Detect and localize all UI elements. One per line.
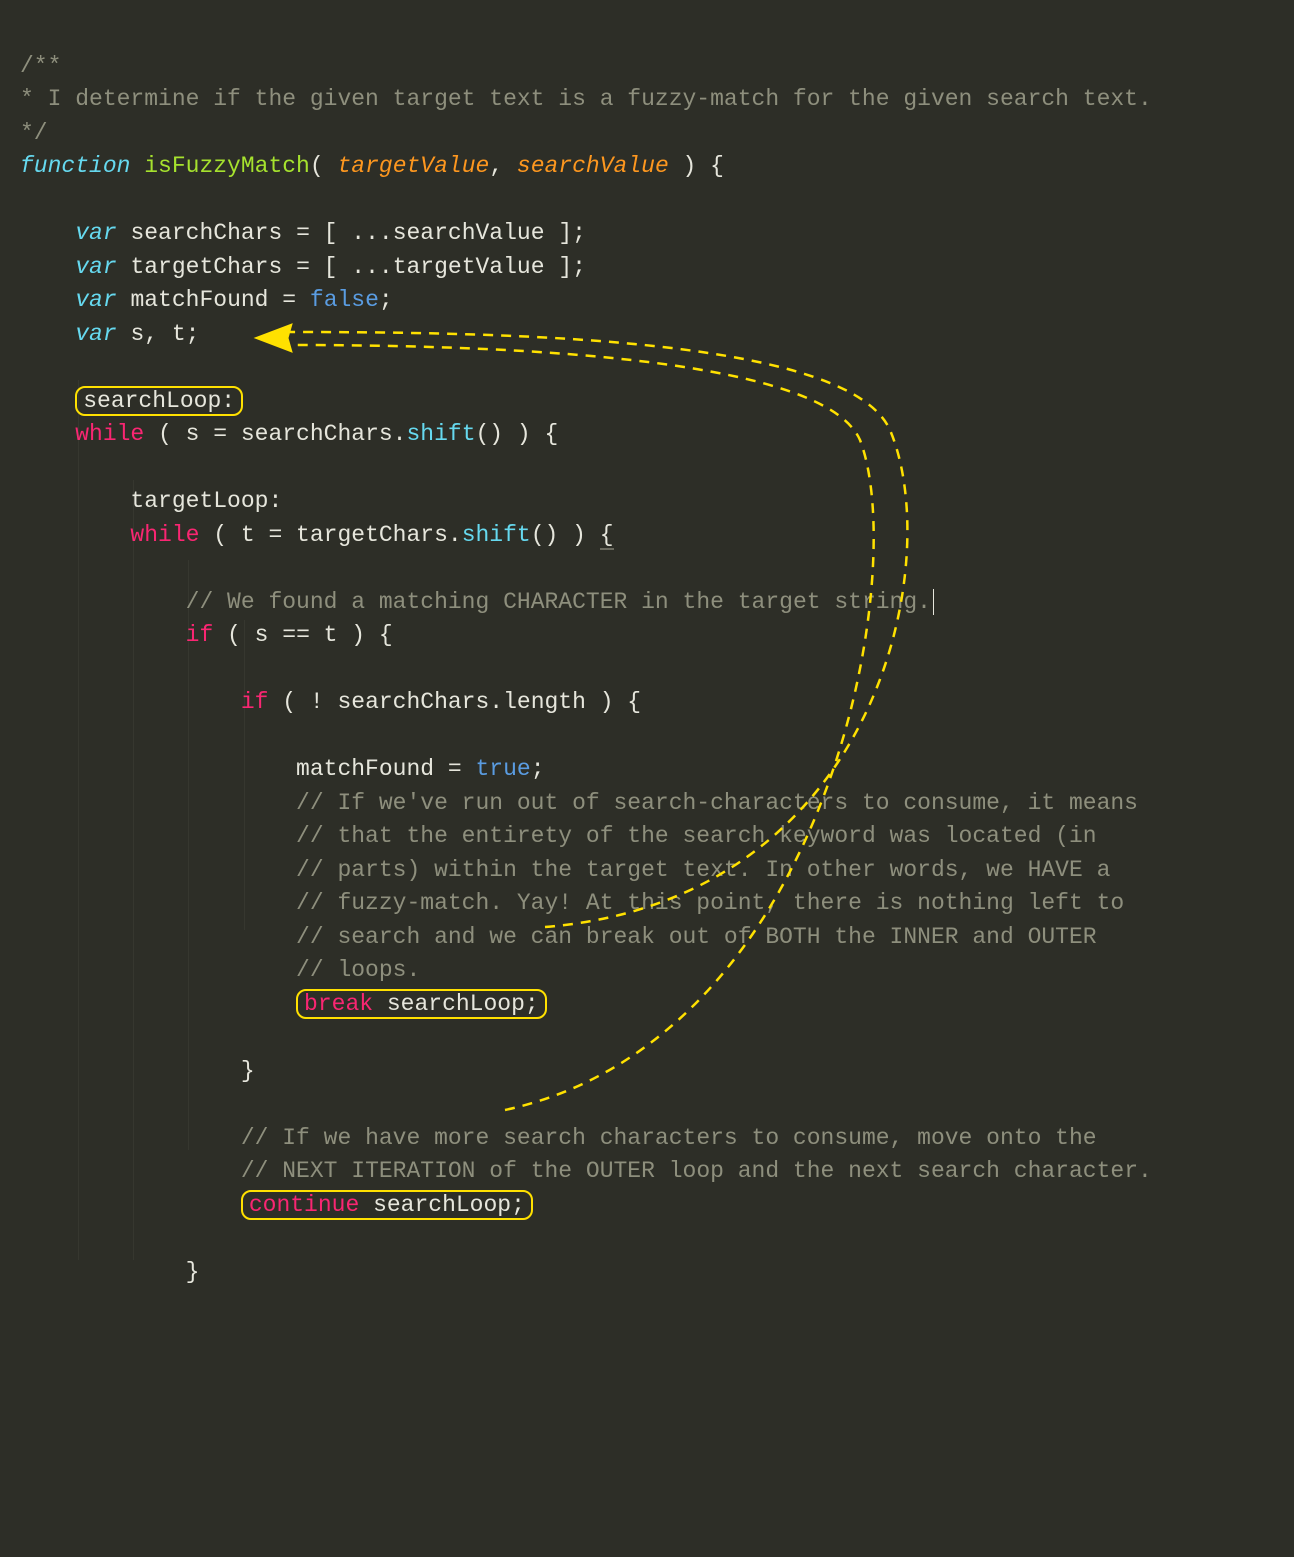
param-target: targetValue — [337, 153, 489, 179]
decl-targetchars: targetChars = [ ...targetValue ]; — [130, 254, 585, 280]
decl-searchchars: searchChars = [ ...searchValue ]; — [130, 220, 585, 246]
highlight-label-searchloop: searchLoop: — [75, 386, 243, 416]
keyword-if: if — [186, 622, 214, 648]
bool-true: true — [475, 756, 530, 782]
comment-block-open: /** — [20, 53, 61, 79]
decl-st: s, t; — [130, 321, 199, 347]
keyword-while: while — [75, 421, 144, 447]
comment-match: // We found a matching CHARACTER in the … — [186, 589, 931, 615]
param-search: searchValue — [517, 153, 669, 179]
bool-false: false — [310, 287, 379, 313]
comment-block-close: */ — [20, 120, 48, 146]
function-name: isFuzzyMatch — [144, 153, 310, 179]
code-editor: /** * I determine if the given target te… — [0, 0, 1294, 1271]
highlight-continue: continue searchLoop; — [241, 1190, 533, 1220]
comment-block-line: * I determine if the given target text i… — [20, 86, 1152, 112]
label-targetloop: targetLoop: — [130, 488, 282, 514]
text-cursor — [933, 589, 934, 614]
keyword-function: function — [20, 153, 130, 179]
highlight-break: break searchLoop; — [296, 989, 547, 1019]
